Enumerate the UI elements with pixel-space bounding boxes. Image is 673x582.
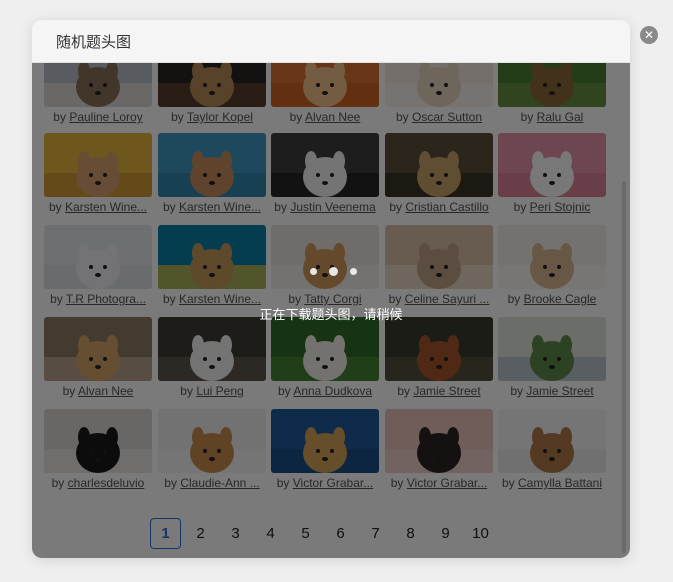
dialog-header: 随机题头图: [32, 20, 630, 63]
loading-overlay: 正在下载题头图，请稍候: [32, 63, 630, 558]
loading-dot: [329, 267, 338, 276]
loading-dot: [310, 268, 317, 275]
dialog-body: by Pauline Loroyby Taylor Kopelby Alvan …: [32, 63, 630, 558]
scrollbar[interactable]: [622, 181, 626, 553]
loading-text: 正在下载题头图，请稍候: [259, 308, 403, 323]
close-icon[interactable]: ✕: [640, 26, 658, 44]
loading-dot: [350, 268, 357, 275]
random-header-image-dialog: 随机题头图 by Pauline Loroyby Taylor Kopelby …: [32, 20, 630, 558]
loading-spinner: [310, 267, 369, 276]
dialog-title: 随机题头图: [56, 32, 132, 51]
